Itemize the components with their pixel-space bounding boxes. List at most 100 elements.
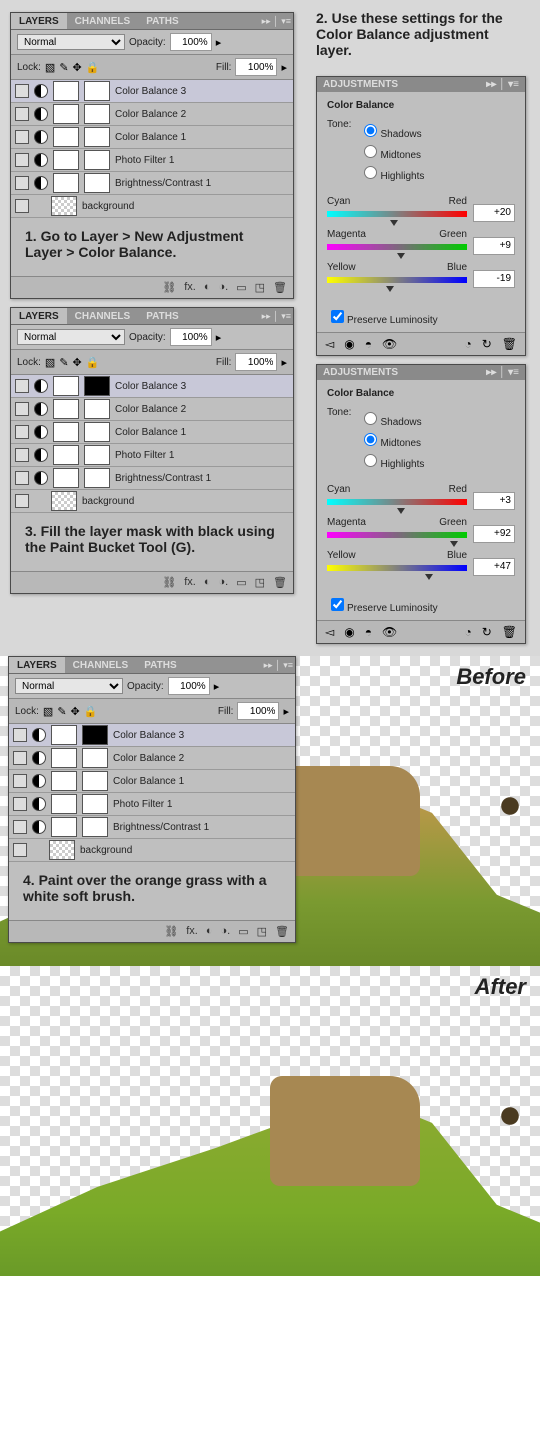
tab-channels[interactable]: CHANNELS — [67, 308, 139, 324]
lock-move-icon[interactable]: ✥ — [73, 356, 82, 369]
layer-thumb[interactable] — [49, 840, 75, 860]
layer-thumb[interactable] — [53, 127, 79, 147]
layer-name[interactable]: Color Balance 1 — [113, 776, 184, 787]
tone-midtones-radio[interactable] — [364, 145, 377, 158]
adjustment-layer-icon[interactable]: ◑. — [219, 281, 229, 294]
layer-name[interactable]: Color Balance 3 — [113, 730, 184, 741]
back-icon[interactable]: ◅ — [325, 625, 334, 639]
mask-thumb[interactable] — [84, 422, 110, 442]
tab-adjustments[interactable]: ADJUSTMENTS — [323, 367, 398, 378]
layer-name[interactable]: Color Balance 2 — [115, 109, 186, 120]
link-icon[interactable]: ⛓ — [162, 281, 176, 294]
expand-icon[interactable]: ◉ — [344, 625, 354, 639]
layer-name[interactable]: background — [82, 496, 134, 507]
preserve-luminosity-checkbox[interactable] — [331, 598, 344, 611]
layer-row[interactable]: Brightness/Contrast 1 — [9, 816, 295, 839]
slider-handle-icon[interactable] — [425, 574, 433, 580]
layer-name[interactable]: Brightness/Contrast 1 — [115, 178, 211, 189]
mask-thumb[interactable] — [84, 399, 110, 419]
fx-icon[interactable]: fx. — [184, 576, 196, 589]
layer-thumb[interactable] — [53, 422, 79, 442]
blend-mode-select[interactable]: Normal — [17, 329, 125, 345]
new-layer-icon[interactable]: ◳ — [257, 925, 267, 938]
slider-handle-icon[interactable] — [450, 541, 458, 547]
mask-thumb[interactable] — [82, 771, 108, 791]
link-icon[interactable]: ⛓ — [164, 925, 178, 938]
yellow-blue-slider[interactable] — [327, 277, 467, 283]
lock-move-icon[interactable]: ✥ — [73, 61, 82, 74]
layer-row[interactable]: Color Balance 1 — [9, 770, 295, 793]
lock-all-icon[interactable]: 🔒 — [84, 705, 98, 718]
adjustment-layer-icon[interactable]: ◑. — [221, 925, 231, 938]
layer-thumb[interactable] — [51, 196, 77, 216]
visibility-icon[interactable] — [13, 774, 27, 788]
flyout-icon[interactable]: ▸ — [216, 331, 222, 344]
cyan-red-slider[interactable] — [327, 211, 467, 217]
slider-value-input[interactable] — [473, 204, 515, 222]
visibility-icon[interactable] — [15, 153, 29, 167]
blend-mode-select[interactable]: Normal — [15, 678, 123, 694]
yellow-blue-slider[interactable] — [327, 565, 467, 571]
tab-layers[interactable]: LAYERS — [9, 657, 65, 673]
mask-thumb[interactable] — [82, 794, 108, 814]
mask-icon[interactable]: ◐ — [206, 925, 213, 938]
collapse-icon[interactable]: ▸▸ │ ▾≡ — [264, 660, 293, 671]
visibility-icon[interactable] — [15, 425, 29, 439]
layer-thumb[interactable] — [53, 173, 79, 193]
slider-handle-icon[interactable] — [397, 508, 405, 514]
mask-thumb[interactable] — [84, 150, 110, 170]
layer-thumb[interactable] — [53, 150, 79, 170]
expand-icon[interactable]: ◉ — [344, 337, 354, 351]
tab-adjustments[interactable]: ADJUSTMENTS — [323, 79, 398, 90]
layer-thumb[interactable] — [53, 81, 79, 101]
delete-icon[interactable]: 🗑 — [275, 925, 289, 938]
fx-icon[interactable]: fx. — [184, 281, 196, 294]
delete-icon[interactable]: 🗑 — [502, 337, 517, 351]
visibility-icon[interactable] — [13, 843, 27, 857]
layer-name[interactable]: Photo Filter 1 — [115, 155, 174, 166]
visibility-icon[interactable] — [13, 797, 27, 811]
layer-name[interactable]: background — [80, 845, 132, 856]
tab-paths[interactable]: PATHS — [138, 13, 186, 29]
mask-thumb[interactable] — [84, 173, 110, 193]
lock-paint-icon[interactable]: ✎ — [59, 61, 68, 74]
blend-mode-select[interactable]: Normal — [17, 34, 125, 50]
delete-icon[interactable]: 🗑 — [273, 576, 287, 589]
adjustment-layer-icon[interactable]: ◑. — [219, 576, 229, 589]
tone-shadows-radio[interactable] — [364, 412, 377, 425]
previous-icon[interactable]: ◔ — [464, 337, 471, 351]
flyout-icon[interactable]: ▸ — [214, 680, 220, 693]
layer-row[interactable]: Color Balance 2 — [11, 398, 293, 421]
mask-thumb[interactable] — [84, 376, 110, 396]
mask-thumb[interactable] — [84, 81, 110, 101]
layer-thumb[interactable] — [53, 445, 79, 465]
slider-handle-icon[interactable] — [397, 253, 405, 259]
tab-layers[interactable]: LAYERS — [11, 308, 67, 324]
mask-thumb[interactable] — [82, 748, 108, 768]
tone-highlights-radio[interactable] — [364, 166, 377, 179]
lock-transparency-icon[interactable]: ▧ — [45, 61, 55, 74]
layer-name[interactable]: Color Balance 3 — [115, 381, 186, 392]
flyout-icon[interactable]: ▸ — [283, 705, 289, 718]
visibility-icon[interactable] — [15, 448, 29, 462]
layer-name[interactable]: background — [82, 201, 134, 212]
visibility-icon[interactable] — [13, 820, 27, 834]
flyout-icon[interactable]: ▸ — [281, 356, 287, 369]
lock-all-icon[interactable]: 🔒 — [86, 61, 100, 74]
visibility-icon[interactable] — [15, 84, 29, 98]
layer-name[interactable]: Brightness/Contrast 1 — [115, 473, 211, 484]
layer-row[interactable]: Brightness/Contrast 1 — [11, 172, 293, 195]
fill-flyout-icon[interactable]: ▸ — [281, 61, 287, 74]
reset-icon[interactable]: ↻ — [482, 337, 492, 351]
layer-thumb[interactable] — [51, 794, 77, 814]
link-icon[interactable]: ⛓ — [162, 576, 176, 589]
tab-layers[interactable]: LAYERS — [11, 13, 67, 29]
opacity-input[interactable] — [170, 328, 212, 346]
layer-row[interactable]: Color Balance 1 — [11, 421, 293, 444]
mask-thumb[interactable] — [82, 817, 108, 837]
layer-name[interactable]: Photo Filter 1 — [115, 450, 174, 461]
layer-thumb[interactable] — [51, 491, 77, 511]
layer-row[interactable]: Color Balance 3 — [11, 375, 293, 398]
layer-row[interactable]: Color Balance 3 — [11, 80, 293, 103]
visibility-icon[interactable] — [15, 379, 29, 393]
